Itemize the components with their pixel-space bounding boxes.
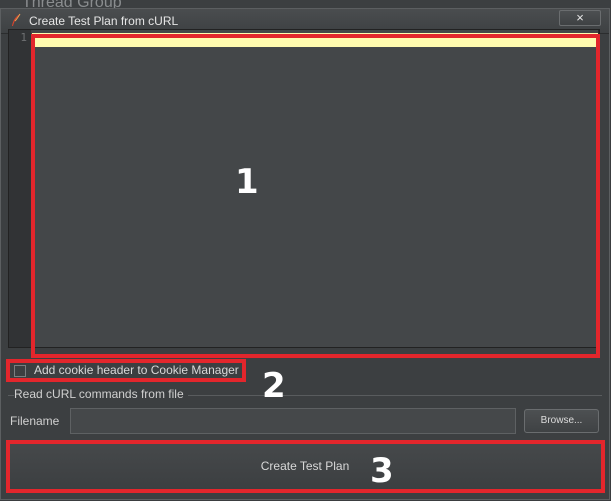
curl-text-area[interactable] (32, 30, 598, 347)
file-section-title: Read cURL commands from file (14, 387, 188, 401)
browse-button[interactable]: Browse... (524, 409, 599, 433)
cookie-checkbox-label: Add cookie header to Cookie Manager (34, 363, 239, 377)
filename-input[interactable] (70, 408, 516, 434)
close-icon: × (576, 10, 584, 25)
cookie-option[interactable]: Add cookie header to Cookie Manager (12, 362, 252, 380)
close-button[interactable]: × (559, 10, 601, 26)
annotation-marker-2: 2 (262, 366, 286, 406)
annotation-marker-3: 3 (370, 451, 394, 491)
line-number-gutter: 1 (9, 30, 32, 347)
current-line-highlight (32, 33, 598, 47)
annotation-marker-1: 1 (235, 162, 259, 202)
dialog-title: Create Test Plan from cURL (29, 14, 179, 28)
create-test-plan-button[interactable]: Create Test Plan (8, 441, 602, 491)
filename-label: Filename (10, 414, 60, 428)
cookie-checkbox[interactable] (14, 365, 26, 377)
jmeter-feather-icon (12, 13, 21, 26)
curl-editor[interactable]: 1 (8, 29, 600, 348)
line-number: 1 (20, 31, 27, 44)
